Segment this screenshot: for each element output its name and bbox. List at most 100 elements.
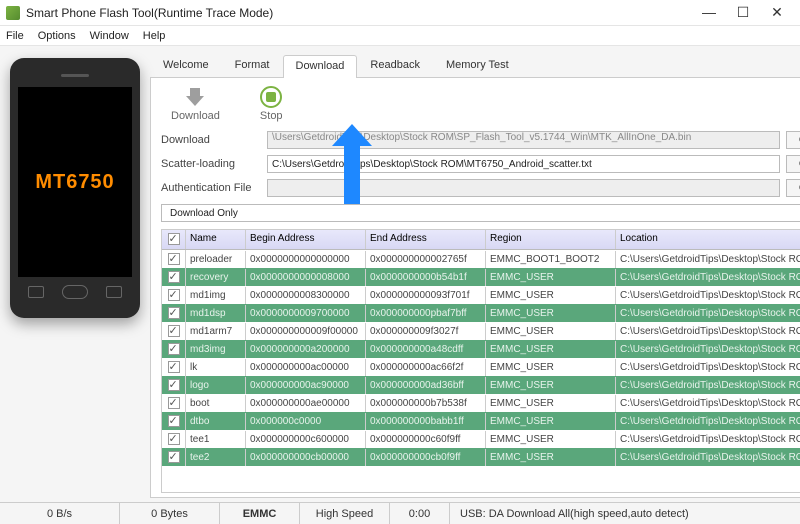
row-check[interactable] — [162, 448, 186, 466]
row-end: 0x000000000c60f9ff — [366, 431, 486, 448]
row-region: EMMC_USER — [486, 413, 616, 430]
row-location: C:\Users\GetdroidTips\Desktop\Stock ROM\… — [616, 269, 800, 286]
row-begin: 0x0000000000008000 — [246, 269, 366, 286]
maximize-button[interactable]: ☐ — [726, 3, 760, 23]
checkbox-icon[interactable] — [168, 433, 180, 445]
col-check-header[interactable] — [162, 230, 186, 249]
download-button[interactable]: Download — [171, 86, 220, 122]
row-check[interactable] — [162, 358, 186, 376]
menu-window[interactable]: Window — [90, 30, 129, 42]
checkbox-icon[interactable] — [168, 343, 180, 355]
table-row[interactable]: dtbo0x000000c00000x000000000babb1ffEMMC_… — [162, 412, 800, 430]
tab-welcome[interactable]: Welcome — [150, 54, 222, 77]
chip-label: MT6750 — [35, 171, 114, 194]
row-check[interactable] — [162, 322, 186, 340]
row-name: md3img — [186, 341, 246, 358]
status-bar: 0 B/s 0 Bytes EMMC High Speed 0:00 USB: … — [0, 502, 800, 524]
menu-file[interactable]: File — [6, 30, 24, 42]
title-bar: Smart Phone Flash Tool(Runtime Trace Mod… — [0, 0, 800, 26]
row-check[interactable] — [162, 430, 186, 448]
row-begin: 0x000000000cb00000 — [246, 449, 366, 466]
row-check[interactable] — [162, 340, 186, 358]
checkbox-icon[interactable] — [168, 271, 180, 283]
row-region: EMMC_USER — [486, 305, 616, 322]
row-region: EMMC_USER — [486, 287, 616, 304]
auth-value — [267, 179, 780, 197]
row-location: C:\Users\GetdroidTips\Desktop\Stock ROM\… — [616, 323, 800, 340]
choose-scatter[interactable]: choose — [786, 155, 800, 173]
close-button[interactable]: ✕ — [760, 3, 794, 23]
tab-memory-test[interactable]: Memory Test — [433, 54, 522, 77]
phone-back-button — [106, 286, 122, 298]
table-row[interactable]: preloader0x00000000000000000x00000000000… — [162, 250, 800, 268]
mode-select[interactable]: Download Only — [161, 204, 800, 222]
row-end: 0x000000000pbaf7bff — [366, 305, 486, 322]
tab-download[interactable]: Download — [283, 55, 358, 78]
row-location: C:\Users\GetdroidTips\Desktop\Stock ROM\… — [616, 305, 800, 322]
row-name: logo — [186, 377, 246, 394]
table-row[interactable]: md1dsp0x00000000097000000x000000000pbaf7… — [162, 304, 800, 322]
choose-download-agent[interactable]: choose — [786, 131, 800, 149]
row-location: C:\Users\GetdroidTips\Desktop\Stock ROM\… — [616, 341, 800, 358]
tab-readback[interactable]: Readback — [357, 54, 433, 77]
menu-help[interactable]: Help — [143, 30, 166, 42]
row-location: C:\Users\GetdroidTips\Desktop\Stock ROM\… — [616, 359, 800, 376]
checkbox-icon[interactable] — [168, 379, 180, 391]
checkbox-icon[interactable] — [168, 397, 180, 409]
checkbox-icon[interactable] — [168, 361, 180, 373]
phone-speaker — [61, 74, 89, 77]
table-row[interactable]: boot0x000000000ae000000x000000000b7b538f… — [162, 394, 800, 412]
table-row[interactable]: tee10x000000000c6000000x000000000c60f9ff… — [162, 430, 800, 448]
row-name: tee1 — [186, 431, 246, 448]
scatter-label: Scatter-loading — [161, 158, 261, 170]
row-check[interactable] — [162, 412, 186, 430]
auth-row: Authentication File choose — [161, 179, 800, 197]
table-row[interactable]: tee20x000000000cb000000x000000000cb0f9ff… — [162, 448, 800, 466]
table-row[interactable]: lk0x000000000ac000000x000000000ac66f2fEM… — [162, 358, 800, 376]
row-name: tee2 — [186, 449, 246, 466]
row-check[interactable] — [162, 268, 186, 286]
stop-button[interactable]: Stop — [260, 86, 283, 122]
phone-buttons — [18, 277, 132, 299]
row-begin: 0x000000000c600000 — [246, 431, 366, 448]
table-row[interactable]: recovery0x00000000000080000x0000000000b5… — [162, 268, 800, 286]
table-row[interactable]: md1arm70x000000000009f000000x000000009f3… — [162, 322, 800, 340]
row-region: EMMC_BOOT1_BOOT2 — [486, 251, 616, 268]
table-row[interactable]: md1img0x00000000083000000x000000000093f7… — [162, 286, 800, 304]
checkbox-icon[interactable] — [168, 451, 180, 463]
choose-auth[interactable]: choose — [786, 179, 800, 197]
row-begin: 0x000000000ac00000 — [246, 359, 366, 376]
menu-options[interactable]: Options — [38, 30, 76, 42]
col-name-header: Name — [186, 230, 246, 249]
row-check[interactable] — [162, 394, 186, 412]
checkbox-icon[interactable] — [168, 253, 180, 265]
check-all-icon[interactable] — [168, 233, 180, 245]
row-name: preloader — [186, 251, 246, 268]
minimize-button[interactable]: — — [692, 3, 726, 23]
row-name: boot — [186, 395, 246, 412]
content-pane: Welcome Format Download Readback Memory … — [150, 46, 800, 502]
row-name: md1dsp — [186, 305, 246, 322]
row-check[interactable] — [162, 304, 186, 322]
checkbox-icon[interactable] — [168, 325, 180, 337]
table-row[interactable]: md3img0x000000000a2000000x000000000a48cd… — [162, 340, 800, 358]
phone-home-button — [62, 285, 88, 299]
row-location: C:\Users\GetdroidTips\Desktop\Stock ROM\… — [616, 377, 800, 394]
tab-format[interactable]: Format — [222, 54, 283, 77]
row-end: 0x000000000093f701f — [366, 287, 486, 304]
row-name: recovery — [186, 269, 246, 286]
phone-menu-button — [28, 286, 44, 298]
row-check[interactable] — [162, 250, 186, 268]
status-mode: High Speed — [300, 503, 390, 524]
checkbox-icon[interactable] — [168, 307, 180, 319]
row-check[interactable] — [162, 376, 186, 394]
row-end: 0x000000000a48cdff — [366, 341, 486, 358]
row-check[interactable] — [162, 286, 186, 304]
tab-bar: Welcome Format Download Readback Memory … — [150, 54, 800, 78]
row-location: C:\Users\GetdroidTips\Desktop\Stock ROM\… — [616, 251, 800, 268]
table-row[interactable]: logo0x000000000ac900000x000000000ad36bff… — [162, 376, 800, 394]
checkbox-icon[interactable] — [168, 289, 180, 301]
phone-screen: MT6750 — [18, 87, 132, 277]
scatter-input[interactable] — [267, 155, 780, 173]
checkbox-icon[interactable] — [168, 415, 180, 427]
